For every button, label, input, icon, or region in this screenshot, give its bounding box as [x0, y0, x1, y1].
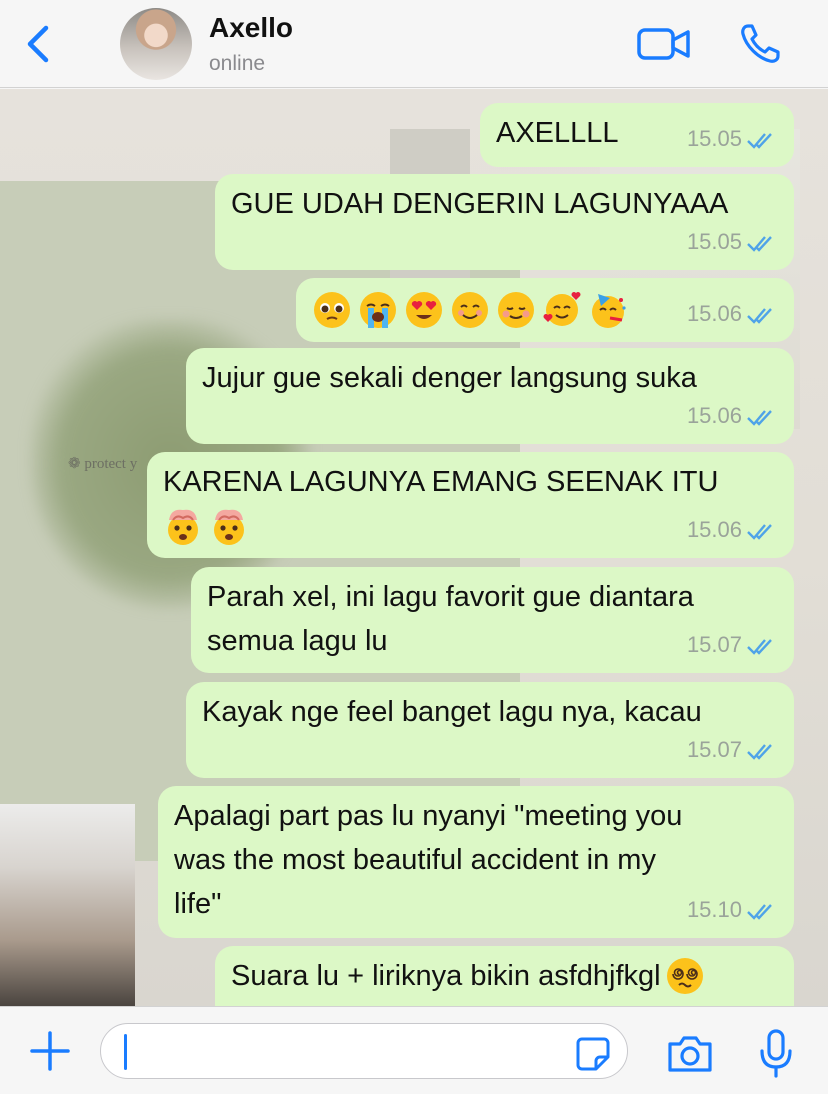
pleading-face-icon	[314, 292, 350, 328]
message-time: 15.07	[686, 737, 742, 762]
partying-face-icon	[592, 294, 626, 328]
message-text: KARENA LAGUNYA EMANG SEENAK ITU	[163, 466, 719, 498]
loudly-crying-face-icon	[360, 292, 396, 328]
double-check-icon	[747, 524, 772, 540]
wallpaper-photo	[0, 804, 135, 1006]
sticker-icon[interactable]	[576, 1037, 610, 1071]
double-check-icon	[747, 308, 772, 324]
message-time: 15.10	[686, 897, 742, 922]
message-time: 15.06	[686, 301, 742, 326]
blushing-smile-face-icon	[498, 292, 534, 328]
message-text-line: Apalagi part pas lu nyanyi "meeting you	[174, 800, 683, 832]
message-bubble[interactable]: Apalagi part pas lu nyanyi "meeting you …	[158, 786, 794, 938]
text-cursor	[124, 1034, 127, 1070]
contact-name[interactable]: Axello	[209, 12, 293, 44]
plus-icon[interactable]	[30, 1031, 70, 1071]
exploding-head-icon	[214, 509, 244, 545]
contact-status: online	[209, 52, 266, 75]
smiling-face-with-hearts-icon	[543, 292, 581, 326]
double-check-icon	[747, 904, 772, 920]
message-time: 15.05	[686, 229, 742, 254]
message-time: 15.05	[686, 126, 742, 151]
microphone-icon[interactable]	[756, 1029, 796, 1079]
message-bubble[interactable]: 15.06	[296, 278, 794, 342]
message-bubble[interactable]: AXELLLL 15.05	[480, 103, 794, 167]
double-check-icon	[747, 410, 772, 426]
message-text: Suara lu + liriknya bikin asfdhjfkgl	[231, 960, 661, 992]
face-with-spiral-eyes-icon	[666, 958, 703, 994]
wallpaper-text: ❁ protect y	[68, 456, 138, 472]
back-chevron-icon[interactable]	[22, 22, 58, 66]
message-input[interactable]	[100, 1023, 628, 1079]
message-bubble[interactable]: Parah xel, ini lagu favorit gue diantara…	[191, 567, 794, 673]
double-check-icon	[747, 639, 772, 655]
input-bar	[0, 1006, 828, 1094]
message-bubble[interactable]: GUE UDAH DENGERIN LAGUNYAAA 15.05	[215, 174, 794, 270]
double-check-icon	[747, 744, 772, 760]
message-time: 15.06	[686, 517, 742, 542]
double-check-icon	[747, 236, 772, 252]
smiling-face-icon	[452, 292, 488, 328]
phone-icon[interactable]	[738, 22, 782, 66]
message-bubble[interactable]: Kayak nge feel banget lagu nya, kacau 15…	[186, 682, 794, 778]
emoji-row	[163, 504, 778, 546]
message-bubble[interactable]: KARENA LAGUNYA EMANG SEENAK ITU 15.06	[147, 452, 794, 558]
exploding-head-icon	[168, 509, 198, 545]
video-camera-icon[interactable]	[636, 24, 692, 64]
double-check-icon	[747, 133, 772, 149]
message-time: 15.06	[686, 403, 742, 428]
message-text-line: was the most beautiful accident in my	[174, 844, 656, 876]
message-time: 15.07	[686, 632, 742, 657]
avatar[interactable]	[120, 8, 192, 80]
camera-icon[interactable]	[666, 1034, 714, 1074]
message-text-line: Parah xel, ini lagu favorit gue diantara	[207, 581, 694, 613]
message-bubble[interactable]: Jujur gue sekali denger langsung suka 15…	[186, 348, 794, 444]
chat-header: Axello online	[0, 0, 828, 88]
heart-eyes-face-icon	[406, 292, 442, 328]
